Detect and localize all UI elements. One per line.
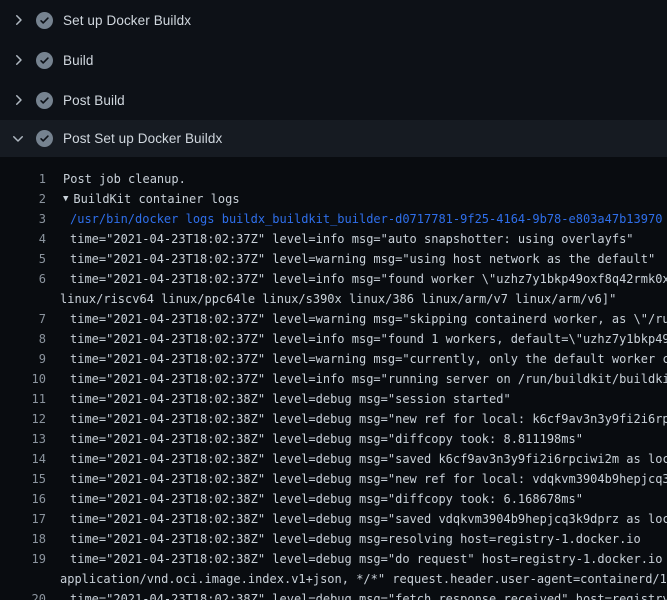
log-line-number[interactable]: 9 xyxy=(0,349,46,369)
step-header-post-build[interactable]: Post Build xyxy=(0,80,667,120)
step-label: Post Set up Docker Buildx xyxy=(63,131,222,146)
log-line-number[interactable]: 17 xyxy=(0,509,46,529)
log-line: application/vnd.oci.image.index.v1+json,… xyxy=(0,569,667,589)
log-line-number[interactable]: 12 xyxy=(0,409,46,429)
log-text: time="2021-04-23T18:02:38Z" level=debug … xyxy=(46,549,667,569)
log-line: 20time="2021-04-23T18:02:38Z" level=debu… xyxy=(0,589,667,600)
log-line-number[interactable]: 19 xyxy=(0,549,46,569)
log-text: linux/riscv64 linux/ppc64le linux/s390x … xyxy=(46,289,616,309)
log-text: time="2021-04-23T18:02:38Z" level=debug … xyxy=(46,589,667,600)
step-label: Set up Docker Buildx xyxy=(63,13,191,28)
log-line-number[interactable]: 4 xyxy=(0,229,46,249)
log-line: 17time="2021-04-23T18:02:38Z" level=debu… xyxy=(0,509,667,529)
log-line: 11time="2021-04-23T18:02:38Z" level=debu… xyxy=(0,389,667,409)
log-text: time="2021-04-23T18:02:38Z" level=debug … xyxy=(46,429,583,449)
log-line: 5time="2021-04-23T18:02:37Z" level=warni… xyxy=(0,249,667,269)
chevron-down-icon xyxy=(10,131,26,147)
log-text: time="2021-04-23T18:02:37Z" level=info m… xyxy=(46,229,634,249)
chevron-right-icon xyxy=(10,12,26,28)
log-line: 19time="2021-04-23T18:02:38Z" level=debu… xyxy=(0,549,667,569)
log-command-text: /usr/bin/docker logs buildx_buildkit_bui… xyxy=(46,209,662,229)
log-line: 2 ▼BuildKit container logs xyxy=(0,189,667,209)
log-line: 18time="2021-04-23T18:02:38Z" level=debu… xyxy=(0,529,667,549)
log-text: time="2021-04-23T18:02:37Z" level=info m… xyxy=(46,369,667,389)
log-line-number[interactable]: 1 xyxy=(0,169,46,189)
step-label: Build xyxy=(63,53,94,68)
chevron-right-icon xyxy=(10,52,26,68)
log-text: application/vnd.oci.image.index.v1+json,… xyxy=(46,569,667,589)
log-group-title[interactable]: BuildKit container logs xyxy=(73,189,239,209)
log-line-number[interactable]: 7 xyxy=(0,309,46,329)
check-circle-icon xyxy=(36,130,53,147)
log-line: linux/riscv64 linux/ppc64le linux/s390x … xyxy=(0,289,667,309)
log-line-number[interactable]: 8 xyxy=(0,329,46,349)
log-line: 8time="2021-04-23T18:02:37Z" level=info … xyxy=(0,329,667,349)
log-text: time="2021-04-23T18:02:38Z" level=debug … xyxy=(46,449,667,469)
log-text: time="2021-04-23T18:02:38Z" level=debug … xyxy=(46,529,641,549)
log-line: 14time="2021-04-23T18:02:38Z" level=debu… xyxy=(0,449,667,469)
log-line-number[interactable]: 5 xyxy=(0,249,46,269)
log-line-number[interactable]: 6 xyxy=(0,269,46,289)
log-text: time="2021-04-23T18:02:37Z" level=warnin… xyxy=(46,349,667,369)
check-circle-icon xyxy=(36,52,53,69)
log-line: 7time="2021-04-23T18:02:37Z" level=warni… xyxy=(0,309,667,329)
actions-log-viewer: Set up Docker Buildx Build Post Build Post … xyxy=(0,0,667,600)
log-text: time="2021-04-23T18:02:38Z" level=debug … xyxy=(46,509,667,529)
triangle-down-icon[interactable]: ▼ xyxy=(63,189,68,209)
log-text: time="2021-04-23T18:02:38Z" level=debug … xyxy=(46,409,667,429)
log-line-number[interactable]: 3 xyxy=(0,209,46,229)
log-text: time="2021-04-23T18:02:38Z" level=debug … xyxy=(46,389,511,409)
step-header-build[interactable]: Build xyxy=(0,40,667,80)
log-line: 1Post job cleanup. xyxy=(0,169,667,189)
step-header-set-up-docker-buildx[interactable]: Set up Docker Buildx xyxy=(0,0,667,40)
step-label: Post Build xyxy=(63,93,125,108)
log-line: 15time="2021-04-23T18:02:38Z" level=debu… xyxy=(0,469,667,489)
log-line: 9time="2021-04-23T18:02:37Z" level=warni… xyxy=(0,349,667,369)
log-text: time="2021-04-23T18:02:38Z" level=debug … xyxy=(46,469,667,489)
log-line: 12time="2021-04-23T18:02:38Z" level=debu… xyxy=(0,409,667,429)
log-line-number[interactable]: 11 xyxy=(0,389,46,409)
log-line-number[interactable]: 13 xyxy=(0,429,46,449)
log-line: 10time="2021-04-23T18:02:37Z" level=info… xyxy=(0,369,667,389)
log-panel: 1Post job cleanup.2 ▼BuildKit container l… xyxy=(0,157,667,600)
step-header-post-set-up-docker-buildx[interactable]: Post Set up Docker Buildx xyxy=(0,120,667,157)
steps-list: Set up Docker Buildx Build Post Build Post … xyxy=(0,0,667,157)
log-line: 6time="2021-04-23T18:02:37Z" level=info … xyxy=(0,269,667,289)
log-text: time="2021-04-23T18:02:38Z" level=debug … xyxy=(46,489,583,509)
log-text: time="2021-04-23T18:02:37Z" level=warnin… xyxy=(46,309,667,329)
log-text: time="2021-04-23T18:02:37Z" level=warnin… xyxy=(46,249,655,269)
log-line: 13time="2021-04-23T18:02:38Z" level=debu… xyxy=(0,429,667,449)
log-text: Post job cleanup. xyxy=(46,169,186,189)
log-line-number[interactable]: 2 xyxy=(0,189,46,209)
log-line: 4time="2021-04-23T18:02:37Z" level=info … xyxy=(0,229,667,249)
log-line-number[interactable]: 20 xyxy=(0,589,46,600)
log-line-number[interactable]: 18 xyxy=(0,529,46,549)
log-line-number[interactable]: 14 xyxy=(0,449,46,469)
log-text: time="2021-04-23T18:02:37Z" level=info m… xyxy=(46,269,667,289)
log-line-number[interactable]: 15 xyxy=(0,469,46,489)
check-circle-icon xyxy=(36,12,53,29)
check-circle-icon xyxy=(36,92,53,109)
log-text: time="2021-04-23T18:02:37Z" level=info m… xyxy=(46,329,667,349)
log-line: 16time="2021-04-23T18:02:38Z" level=debu… xyxy=(0,489,667,509)
log-line: 3/usr/bin/docker logs buildx_buildkit_bu… xyxy=(0,209,667,229)
log-line-number[interactable]: 16 xyxy=(0,489,46,509)
log-line-number[interactable]: 10 xyxy=(0,369,46,389)
chevron-right-icon xyxy=(10,92,26,108)
